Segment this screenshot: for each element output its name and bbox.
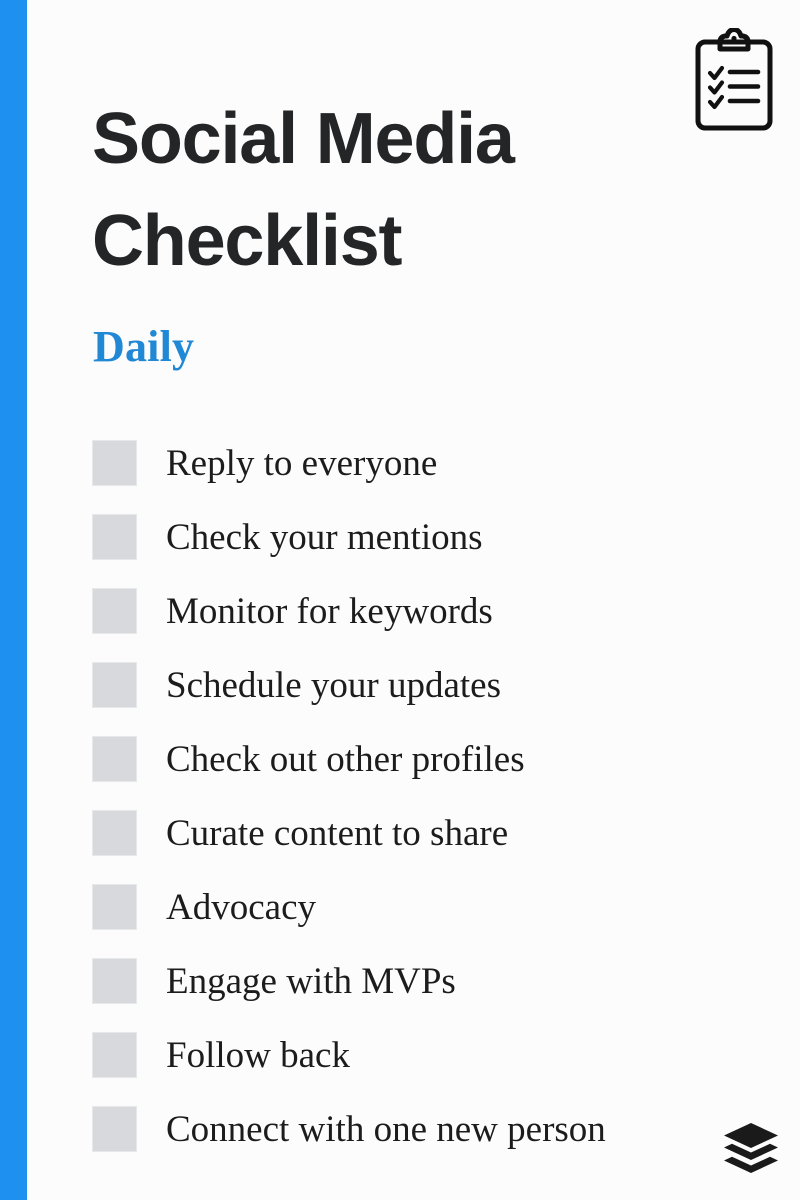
list-item[interactable]: Monitor for keywords [92, 588, 752, 634]
checklist-page: Social Media Checklist Daily Reply to ev… [0, 0, 800, 1200]
checkbox-icon[interactable] [92, 958, 137, 1004]
list-item-label: Reply to everyone [166, 442, 438, 484]
list-item-label: Follow back [166, 1034, 350, 1076]
title-block: Social Media Checklist [92, 88, 692, 292]
list-item[interactable]: Curate content to share [92, 810, 752, 856]
checkbox-icon[interactable] [92, 810, 137, 856]
checkbox-icon[interactable] [92, 736, 137, 782]
list-item[interactable]: Follow back [92, 1032, 752, 1078]
stacked-layers-logo-icon [723, 1122, 779, 1174]
list-item-label: Connect with one new person [166, 1108, 606, 1150]
clipboard-checklist-icon [694, 27, 774, 132]
list-item-label: Check your mentions [166, 516, 483, 558]
list-item-label: Schedule your updates [166, 664, 501, 706]
list-item-label: Curate content to share [166, 812, 509, 854]
list-item[interactable]: Check your mentions [92, 514, 752, 560]
checkbox-icon[interactable] [92, 884, 137, 930]
list-item-label: Engage with MVPs [166, 960, 456, 1002]
checklist: Reply to everyone Check your mentions Mo… [92, 440, 752, 1152]
list-item[interactable]: Reply to everyone [92, 440, 752, 486]
left-accent-bar [0, 0, 27, 1200]
page-title: Social Media Checklist [92, 99, 515, 282]
list-item-label: Monitor for keywords [166, 590, 493, 632]
list-item[interactable]: Schedule your updates [92, 662, 752, 708]
checkbox-icon[interactable] [92, 588, 137, 634]
checkbox-icon[interactable] [92, 1106, 137, 1152]
list-item[interactable]: Connect with one new person [92, 1106, 752, 1152]
checkbox-icon[interactable] [92, 1032, 137, 1078]
checkbox-icon[interactable] [92, 440, 137, 486]
list-item-label: Advocacy [166, 886, 316, 928]
list-item-label: Check out other profiles [166, 738, 525, 780]
section-heading-daily: Daily [93, 322, 195, 371]
list-item[interactable]: Check out other profiles [92, 736, 752, 782]
list-item[interactable]: Advocacy [92, 884, 752, 930]
list-item[interactable]: Engage with MVPs [92, 958, 752, 1004]
checkbox-icon[interactable] [92, 662, 137, 708]
checkbox-icon[interactable] [92, 514, 137, 560]
